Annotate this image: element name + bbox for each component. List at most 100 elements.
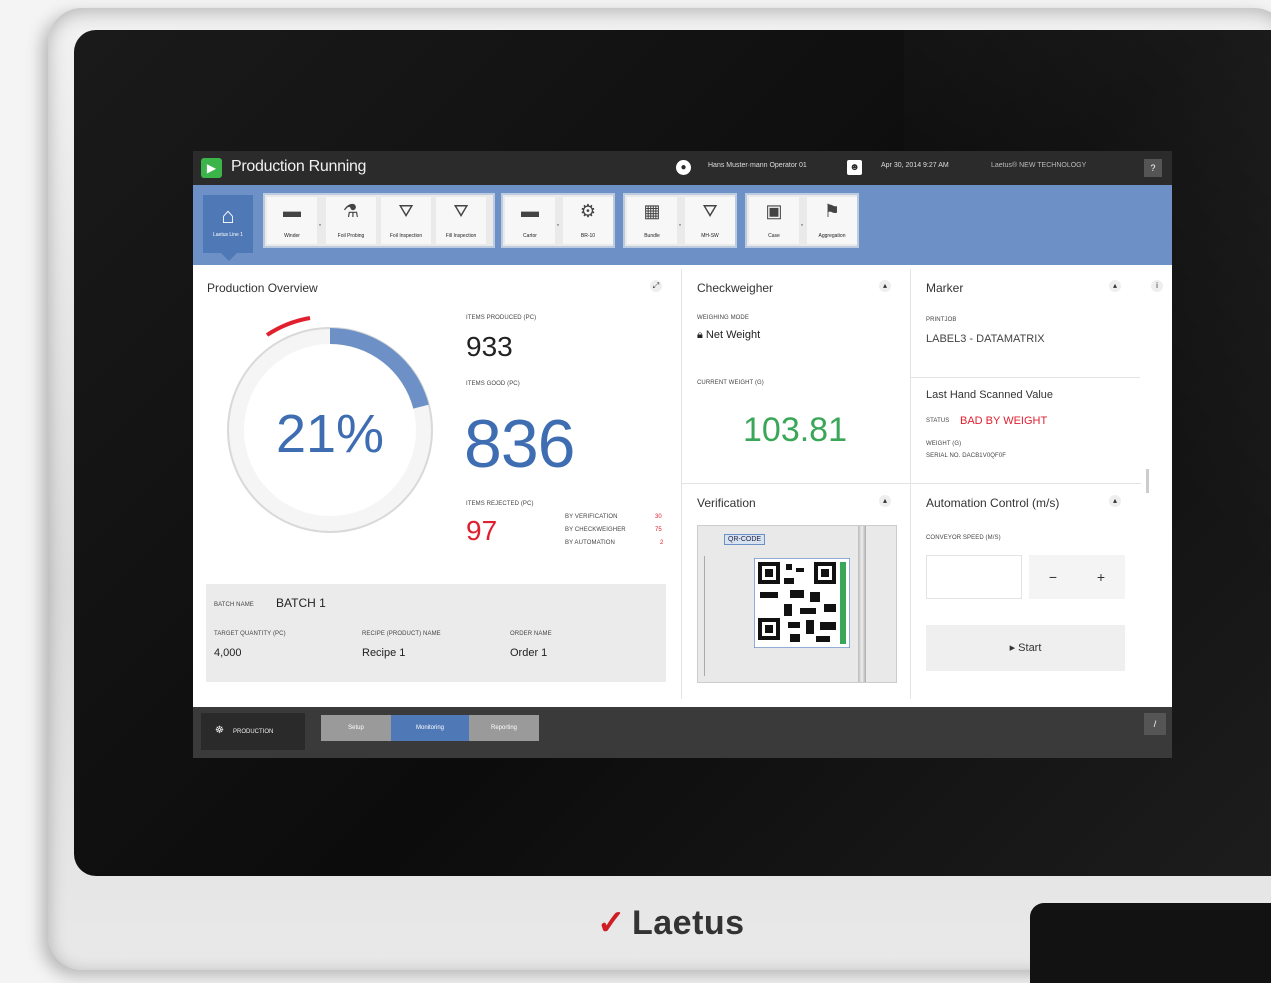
overview-title: Production Overview (207, 281, 318, 295)
toolbar-group-2: ▬ Cartor · ⚙ BR-10 (501, 193, 615, 248)
station-case[interactable]: ▣ Case (749, 197, 799, 244)
bundle-icon: ▦ (643, 201, 661, 221)
increase-speed-button[interactable]: + (1077, 555, 1125, 599)
toolbar-group-4: ▣ Case · ⚑ Aggregation (745, 193, 859, 248)
case-icon: ▣ (765, 201, 783, 221)
station-label: Foil Inspection (389, 233, 423, 239)
marker-title: Marker (926, 281, 964, 295)
inspection-icon: ⛛ (453, 201, 469, 221)
target-quantity-label: TARGET QUANTITY (pc) (214, 631, 286, 637)
brand-logo: ✓ Laetus (597, 903, 745, 943)
reject-by-verification-value: 30 (655, 514, 662, 520)
cartor-icon: ▬ (521, 201, 539, 221)
station-aggregation[interactable]: ⚑ Aggregation (807, 197, 857, 244)
last-scan-title: Last Hand Scanned Value (926, 389, 1053, 401)
station-winder[interactable]: ▬ Winder (267, 197, 317, 244)
printjob-label: PRINTJOB (926, 317, 957, 323)
production-label: PRODUCTION (233, 729, 274, 735)
reject-by-verification-label: BY VERIFICATION (565, 514, 618, 520)
station-fill-inspection[interactable]: ⛛ Fill Inspection (436, 197, 486, 244)
verification-camera-image: QR-CODE (697, 525, 897, 683)
separator-dot: · (318, 217, 322, 231)
station-label: Cartor (523, 233, 537, 239)
play-icon: ▶ (201, 158, 222, 178)
divider (681, 483, 1141, 484)
items-good-label: ITEMS GOOD (pc) (466, 381, 520, 387)
date-time: Apr 30, 2014 9:27 AM (881, 162, 949, 169)
speed-stepper: − + (1029, 555, 1125, 599)
station-cartor[interactable]: ▬ Cartor (505, 197, 555, 244)
home-button[interactable]: ⌂ Laetus Line 1 (203, 195, 253, 253)
current-weight-value: 103.81 (743, 411, 847, 449)
clock-icon[interactable]: ● (676, 160, 691, 175)
batch-name-label: BATCH NAME (214, 602, 254, 608)
checkweigher-title: Checkweigher (697, 281, 774, 295)
station-bundle[interactable]: ▦ Bundle (627, 197, 677, 244)
station-label: Winder (284, 233, 300, 239)
reject-by-checkweigher-label: BY CHECKWEIGHER (565, 527, 626, 533)
help-button[interactable]: ? (1144, 159, 1162, 177)
verification-title: Verification (697, 496, 756, 510)
scanner-icon: ⛛ (702, 201, 718, 221)
start-button[interactable]: ▸ Start (926, 625, 1125, 671)
station-label: MH-SW (701, 233, 719, 239)
probe-icon: ⚗ (342, 201, 360, 221)
package-edge (704, 556, 734, 676)
scan-serial: SERIAL NO. DACB1V0QF0F (926, 453, 1007, 459)
step-setup[interactable]: Setup (321, 715, 391, 741)
batch-info: BATCH NAME BATCH 1 TARGET QUANTITY (pc) … (206, 584, 666, 682)
production-button[interactable]: ☸ PRODUCTION (201, 713, 305, 750)
conveyor-speed-input[interactable] (926, 555, 1022, 599)
batch-name-value: BATCH 1 (276, 596, 326, 610)
decrease-speed-button[interactable]: − (1029, 555, 1077, 599)
station-label: Foil Probing (337, 233, 365, 239)
weighing-mode-text: Net Weight (705, 329, 761, 341)
step-reporting[interactable]: Reporting (469, 715, 539, 741)
items-rejected-label: ITEMS REJECTED (pc) (466, 501, 534, 507)
package-fold (858, 526, 866, 682)
station-toolbar: ⌂ Laetus Line 1 ▬ Winder · ⚗ Foil Probing … (193, 185, 1172, 265)
expand-icon[interactable]: ⤢ (650, 280, 662, 292)
code-tag: QR-CODE (724, 534, 766, 545)
divider (910, 269, 911, 699)
current-weight-label: CURRENT WEIGHT (G) (697, 380, 764, 386)
pin-icon[interactable]: ▴ (879, 280, 891, 292)
items-produced-value: 933 (466, 331, 513, 362)
step-monitoring[interactable]: Monitoring (391, 715, 469, 741)
reject-by-automation-label: BY AUTOMATION (565, 540, 615, 546)
separator-dot: · (556, 217, 560, 231)
station-foil-probing[interactable]: ⚗ Foil Probing (326, 197, 376, 244)
weighing-mode-value: 🔒︎ Net Weight (697, 329, 760, 342)
user-icon[interactable]: ☻ (847, 160, 862, 175)
winder-icon: ▬ (283, 201, 301, 221)
scrollbar[interactable] (1146, 469, 1149, 493)
edit-button[interactable]: / (1144, 713, 1166, 735)
aggregation-icon: ⚑ (823, 201, 841, 221)
lock-icon: 🔒︎ (697, 329, 703, 341)
recipe-value: Recipe 1 (362, 647, 406, 659)
station-br-10[interactable]: ⚙ BR-10 (563, 197, 613, 244)
reject-by-checkweigher-value: 75 (655, 527, 662, 533)
pin-icon[interactable]: ▴ (1109, 280, 1121, 292)
divider (681, 269, 682, 699)
home-caret (221, 253, 237, 261)
toolbar-group-3: ▦ Bundle · ⛛ MH-SW (623, 193, 737, 248)
station-foil-inspection[interactable]: ⛛ Foil Inspection (381, 197, 431, 244)
device-stand (1030, 903, 1271, 983)
app-title: Production Running (231, 158, 367, 175)
station-mh-sw[interactable]: ⛛ MH-SW (685, 197, 735, 244)
items-produced-label: ITEMS PRODUCED (pc) (466, 315, 537, 321)
scan-status-value: BAD BY WEIGHT (960, 415, 1048, 427)
home-icon: ⌂ (221, 203, 235, 228)
pin-icon[interactable]: ▴ (1109, 495, 1121, 507)
station-label: Bundle (644, 233, 660, 239)
info-icon[interactable]: i (1151, 280, 1163, 292)
weighing-mode-label: WEIGHING MODE (697, 315, 749, 321)
title-bar: ▶ Production Running ● Hans Muster·mann … (193, 151, 1172, 185)
user-name: Hans Muster·mann Operator 01 (708, 162, 807, 169)
station-label: Aggregation (818, 233, 846, 239)
production-icon: ☸ (215, 725, 224, 736)
brand-name: Laetus (632, 904, 745, 942)
brand-label: Laetus® NEW TECHNOLOGY (991, 162, 1087, 169)
pin-icon[interactable]: ▴ (879, 495, 891, 507)
